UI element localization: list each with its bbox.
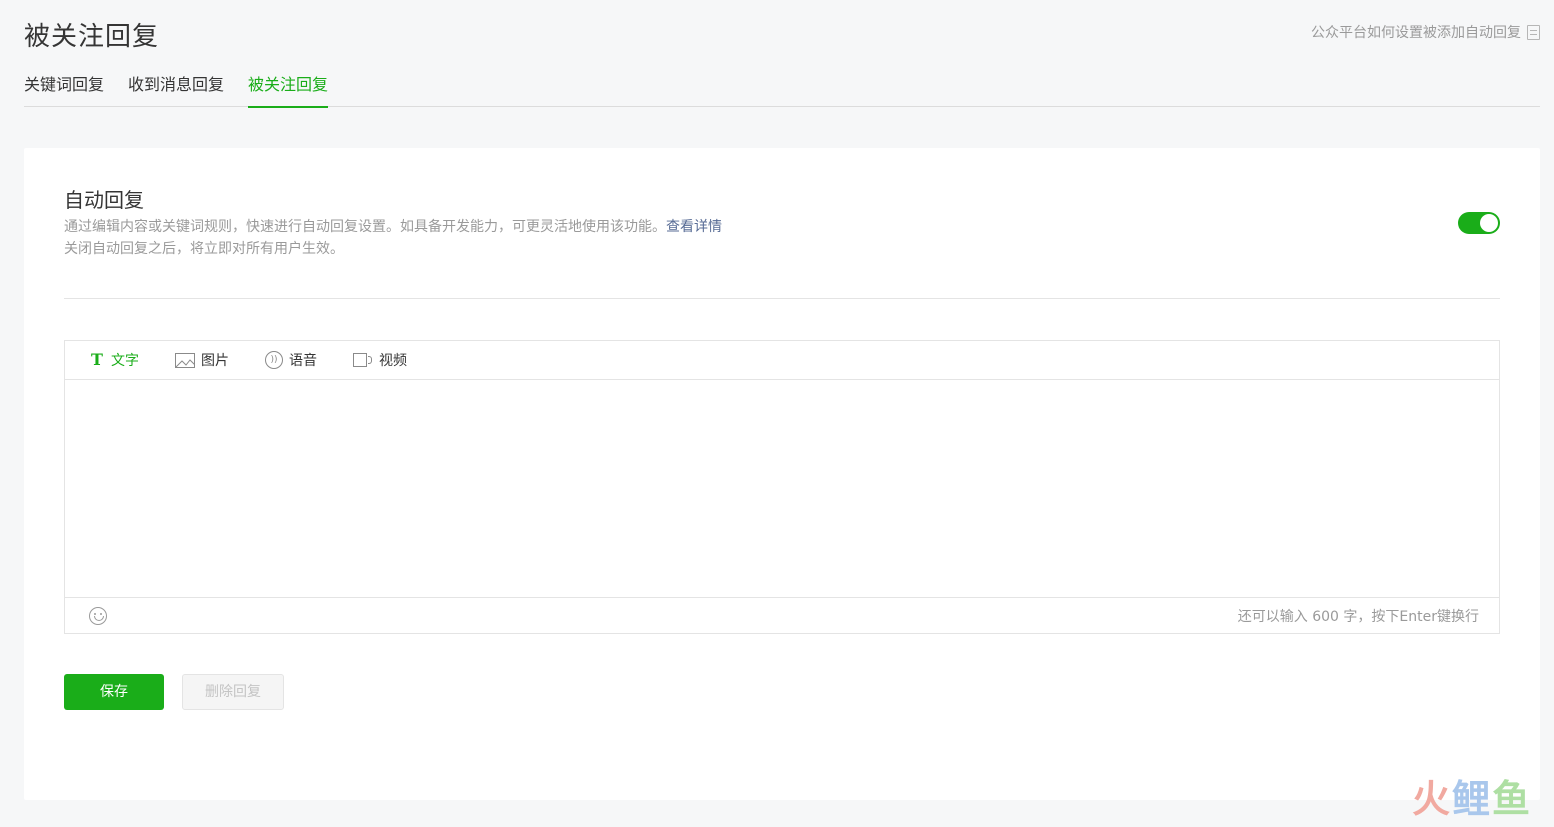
character-counter: 还可以输入 600 字，按下Enter键换行 <box>1237 608 1479 625</box>
editor-tab-video[interactable]: 视频 <box>353 350 407 370</box>
image-icon <box>175 352 195 368</box>
view-details-link[interactable]: 查看详情 <box>666 219 722 235</box>
section-description: 通过编辑内容或关键词规则，快速进行自动回复设置。如具备开发能力，可更灵活地使用该… <box>64 216 722 260</box>
reply-text-area[interactable] <box>65 380 1499 597</box>
section-title: 自动回复 <box>64 188 144 212</box>
editor-tab-label: 语音 <box>289 353 317 369</box>
video-icon <box>353 353 373 367</box>
tab-message-reply[interactable]: 收到消息回复 <box>128 68 224 107</box>
auto-reply-toggle[interactable] <box>1458 212 1500 234</box>
toggle-knob <box>1480 214 1498 232</box>
description-line-2: 关闭自动回复之后，将立即对所有用户生效。 <box>64 241 344 257</box>
editor-tab-image[interactable]: 图片 <box>175 350 229 370</box>
editor-tab-voice[interactable]: )) 语音 <box>265 350 317 370</box>
document-icon <box>1527 24 1540 40</box>
auto-reply-card: 自动回复 通过编辑内容或关键词规则，快速进行自动回复设置。如具备开发能力，可更灵… <box>24 148 1540 800</box>
page-title: 被关注回复 <box>24 22 160 52</box>
tab-follow-reply[interactable]: 被关注回复 <box>248 68 329 108</box>
tab-keyword-reply[interactable]: 关键词回复 <box>24 68 104 107</box>
help-link[interactable]: 公众平台如何设置被添加自动回复 <box>1311 22 1540 42</box>
editor-type-tabs: T 文字 图片 )) 语音 视频 <box>65 341 1499 380</box>
editor-tab-text[interactable]: T 文字 <box>89 350 139 370</box>
divider <box>64 298 1500 299</box>
editor-tab-label: 视频 <box>379 353 407 369</box>
delete-reply-button[interactable]: 删除回复 <box>182 674 284 710</box>
text-icon: T <box>91 350 103 369</box>
editor-tab-label: 文字 <box>111 353 139 369</box>
editor-footer: 还可以输入 600 字，按下Enter键换行 <box>65 597 1499 633</box>
reply-type-tabs: 关键词回复 收到消息回复 被关注回复 <box>24 68 1540 108</box>
emoji-icon[interactable] <box>89 606 107 625</box>
voice-icon: )) <box>265 351 283 369</box>
watermark-logo: 火鲤鱼 <box>1411 777 1532 821</box>
editor-tab-label: 图片 <box>201 353 229 369</box>
description-line-1: 通过编辑内容或关键词规则，快速进行自动回复设置。如具备开发能力，可更灵活地使用该… <box>64 219 666 235</box>
help-link-label: 公众平台如何设置被添加自动回复 <box>1311 25 1521 41</box>
save-button[interactable]: 保存 <box>64 674 164 710</box>
reply-editor: T 文字 图片 )) 语音 视频 还可以输入 600 字，按下Enter键换行 <box>64 340 1500 634</box>
